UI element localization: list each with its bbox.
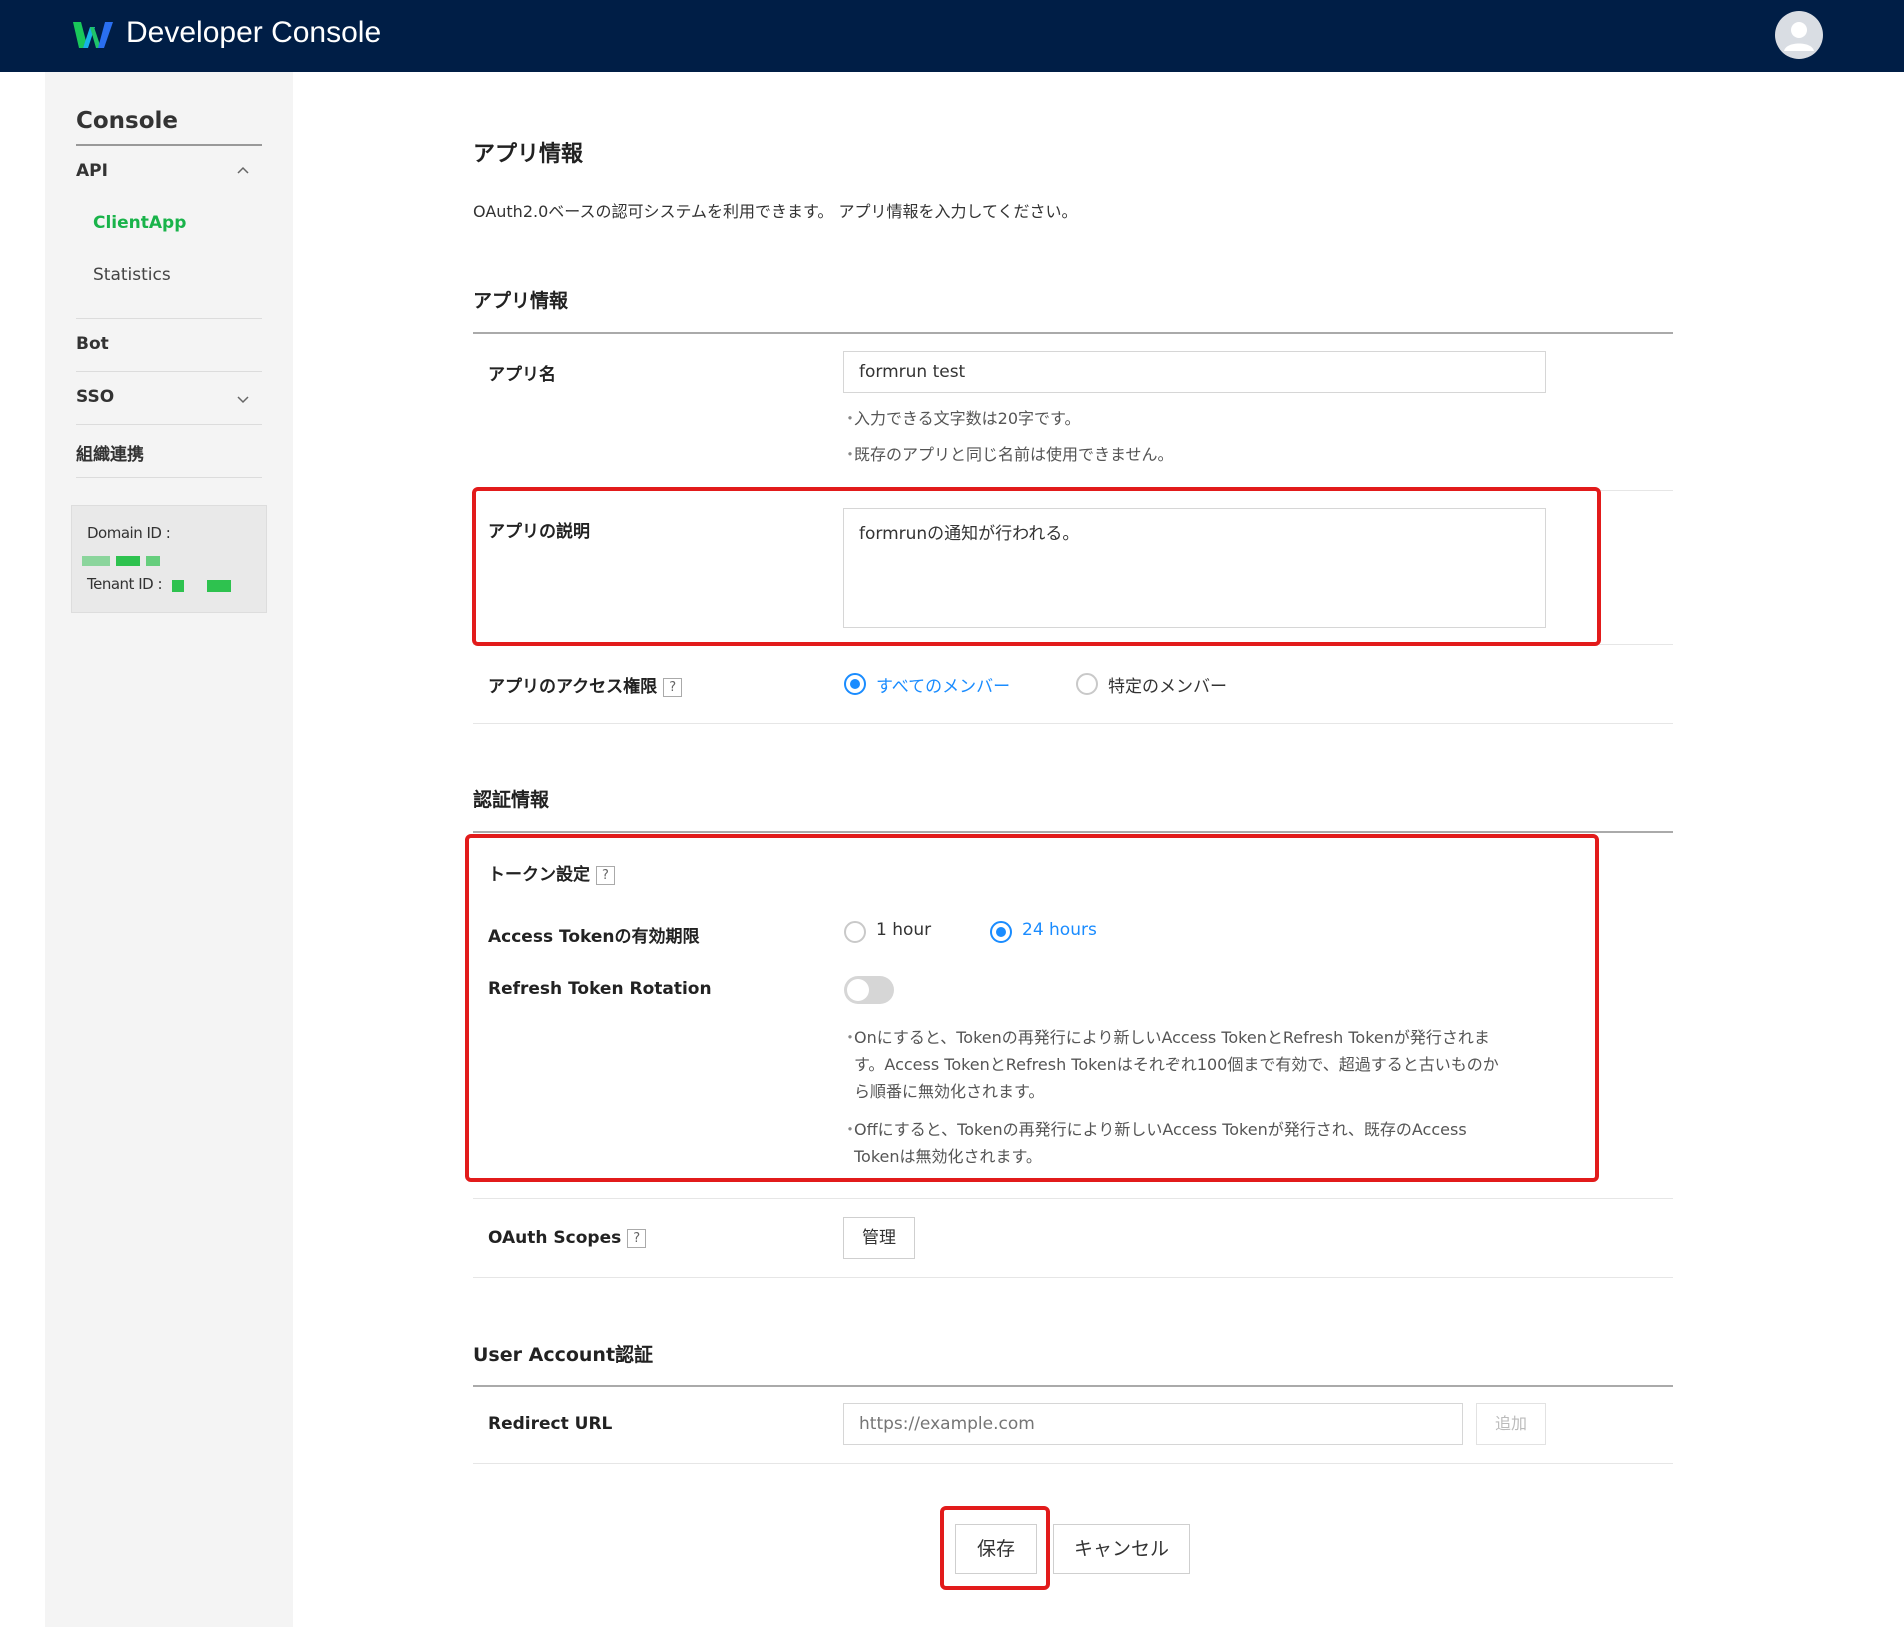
- tenant-id-label: Tenant ID :: [87, 575, 163, 593]
- access-all-members-label[interactable]: すべてのメンバー: [876, 672, 1010, 697]
- logo-icon[interactable]: [73, 19, 113, 51]
- help-icon[interactable]: ?: [663, 678, 683, 697]
- section-divider: [473, 1385, 1673, 1387]
- help-icon[interactable]: ?: [596, 866, 615, 885]
- expiry-24-hours-label[interactable]: 24 hours: [1022, 920, 1097, 940]
- sidebar-divider: [76, 371, 262, 372]
- oauth-scopes-label: OAuth Scopes?: [488, 1228, 647, 1248]
- cancel-button[interactable]: キャンセル: [1053, 1524, 1190, 1574]
- app-description-label: アプリの説明: [488, 522, 590, 542]
- redirect-url-label: Redirect URL: [488, 1414, 613, 1434]
- expiry-1-hour-label[interactable]: 1 hour: [876, 920, 931, 940]
- sidebar-item-api[interactable]: API: [76, 161, 108, 181]
- chevron-up-icon[interactable]: [237, 165, 249, 177]
- manage-scopes-button[interactable]: 管理: [843, 1217, 915, 1259]
- access-specific-members-radio[interactable]: [1076, 673, 1098, 695]
- page-description: OAuth2.0ベースの認可システムを利用できます。 アプリ情報を入力してくださ…: [473, 202, 1078, 221]
- app-access-label: アプリのアクセス権限?: [488, 672, 683, 697]
- section-divider: [473, 831, 1673, 833]
- sidebar-item-statistics[interactable]: Statistics: [93, 265, 171, 285]
- access-token-expiry-label: Access Tokenの有効期限: [488, 927, 700, 947]
- row-divider: [473, 1198, 1673, 1199]
- redacted-domain-id: [82, 556, 110, 566]
- redirect-url-input[interactable]: [843, 1403, 1463, 1445]
- sidebar-item-bot[interactable]: Bot: [76, 334, 109, 354]
- section-title-auth: 認証情報: [473, 789, 550, 811]
- redacted-tenant-id: [172, 580, 184, 592]
- chevron-down-icon[interactable]: [237, 393, 249, 405]
- app-title: Developer Console: [126, 16, 382, 49]
- redacted-tenant-id: [207, 580, 231, 592]
- access-specific-members-label[interactable]: 特定のメンバー: [1108, 672, 1227, 697]
- sidebar-item-clientapp[interactable]: ClientApp: [93, 213, 186, 233]
- top-bar: Developer Console: [0, 0, 1904, 72]
- refresh-off-note: ・Offにすると、Tokenの再発行により新しいAccess Tokenが発行さ…: [842, 1120, 1467, 1166]
- sidebar-item-org-link[interactable]: 組織連携: [76, 440, 144, 465]
- sidebar-divider: [76, 424, 262, 425]
- app-name-input[interactable]: formrun test: [843, 351, 1546, 393]
- domain-info-box: Domain ID : Tenant ID :: [71, 505, 267, 613]
- access-all-members-radio[interactable]: [844, 673, 866, 695]
- add-redirect-url-button[interactable]: 追加: [1476, 1403, 1546, 1445]
- sidebar-divider: [76, 318, 262, 319]
- help-icon[interactable]: ?: [627, 1229, 647, 1248]
- refresh-token-rotation-toggle[interactable]: [844, 976, 894, 1004]
- expiry-1-hour-radio[interactable]: [844, 921, 866, 943]
- refresh-on-note: ・Onにすると、Tokenの再発行により新しいAccess TokenとRefr…: [842, 1028, 1499, 1101]
- sidebar-divider: [76, 477, 262, 478]
- row-divider: [473, 490, 1673, 491]
- token-settings-label: トークン設定?: [488, 860, 615, 885]
- redacted-domain-id: [116, 556, 140, 566]
- domain-id-label: Domain ID :: [87, 524, 171, 542]
- sidebar-item-sso[interactable]: SSO: [76, 387, 114, 407]
- app-name-label: アプリ名: [488, 365, 556, 385]
- save-button[interactable]: 保存: [955, 1524, 1037, 1574]
- section-title-app-info: アプリ情報: [473, 290, 569, 312]
- section-divider: [473, 332, 1673, 334]
- app-name-note: ・入力できる文字数は20字です。: [842, 409, 1081, 428]
- row-divider: [473, 723, 1673, 724]
- row-divider: [473, 644, 1673, 645]
- sidebar: Console API ClientApp Statistics Bot SSO…: [45, 72, 293, 1627]
- sidebar-title: Console: [76, 108, 179, 134]
- row-divider: [473, 1463, 1673, 1464]
- page-title: アプリ情報: [473, 142, 584, 167]
- row-divider: [473, 1277, 1673, 1278]
- redacted-domain-id: [146, 556, 160, 566]
- sidebar-divider: [76, 144, 262, 146]
- user-icon: [1784, 22, 1814, 51]
- user-avatar[interactable]: [1775, 11, 1823, 59]
- app-name-note: ・既存のアプリと同じ名前は使用できません。: [842, 445, 1174, 464]
- expiry-24-hours-radio[interactable]: [990, 921, 1012, 943]
- refresh-token-rotation-label: Refresh Token Rotation: [488, 979, 712, 999]
- app-description-textarea[interactable]: formrunの通知が行われる。: [843, 508, 1546, 628]
- section-title-user-account: User Account認証: [473, 1344, 654, 1366]
